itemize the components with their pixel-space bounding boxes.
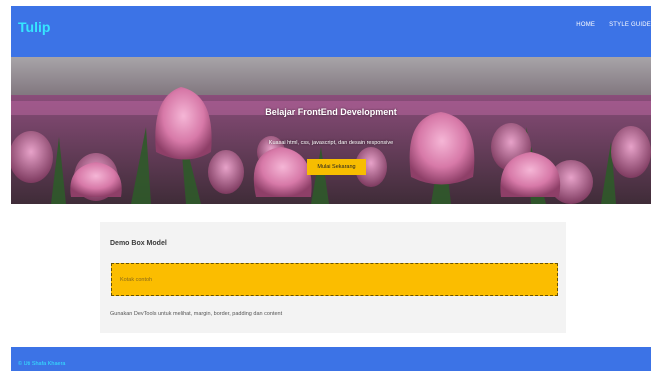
site-footer: © Uti Shafa Khaera (11, 347, 651, 371)
sample-box-label: Kotak contoh (120, 277, 153, 283)
brand-logo[interactable]: Tulip (18, 19, 50, 35)
box-model-section: Demo Box Model Kotak contoh Gunakan DevT… (100, 222, 566, 333)
box-model-title: Demo Box Model (110, 240, 167, 247)
page-frame: Tulip HOME STYLE GUIDE Belajar FrontEnd … (11, 6, 651, 371)
hero-title: Belajar FrontEnd Development (265, 107, 397, 117)
tulip-field-image (11, 57, 651, 204)
hero-banner: Belajar FrontEnd Development Kuasai html… (11, 57, 651, 204)
hero-subtitle: Kuasai html, css, javascript, dan desain… (268, 140, 394, 146)
nav-home-link[interactable]: HOME (576, 22, 595, 28)
site-header: Tulip HOME STYLE GUIDE (11, 6, 651, 57)
main-nav: HOME STYLE GUIDE (576, 22, 651, 28)
nav-style-guide-link[interactable]: STYLE GUIDE (609, 22, 651, 28)
footer-copyright: © Uti Shafa Khaera (18, 361, 66, 367)
sample-box: Kotak contoh (111, 263, 558, 296)
start-now-button[interactable]: Mulai Sekarang (307, 159, 366, 175)
box-model-description: Gunakan DevTools untuk melihat, margin, … (110, 311, 283, 317)
